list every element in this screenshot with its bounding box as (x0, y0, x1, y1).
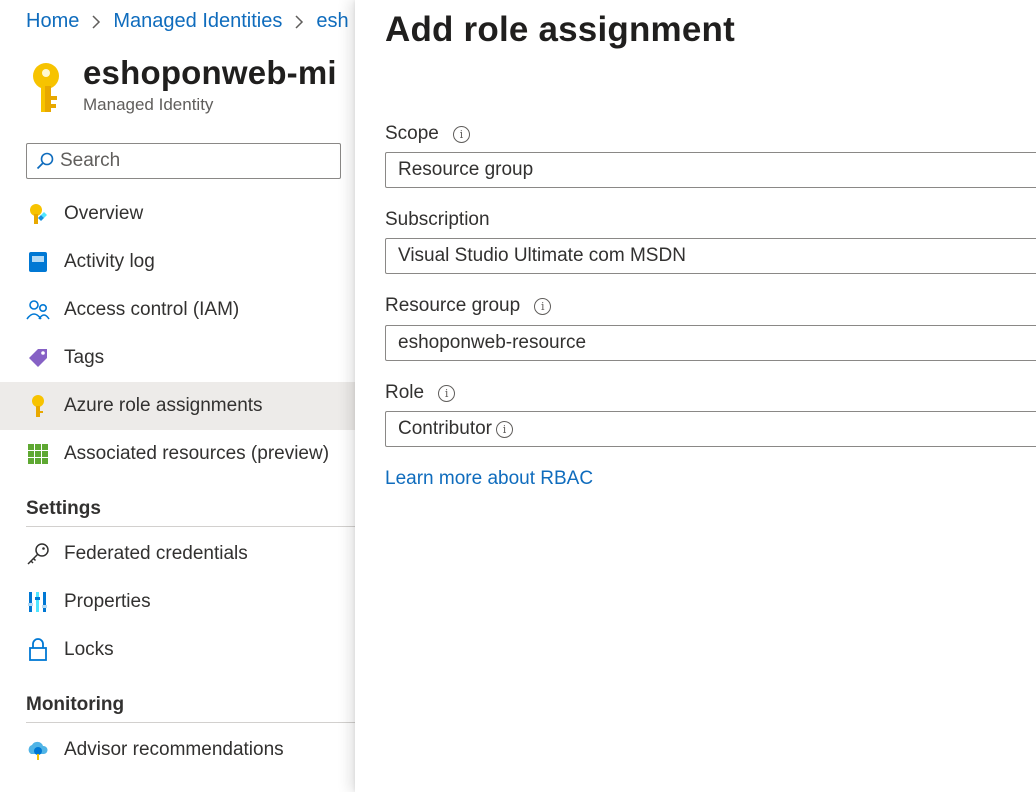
menu-item-label: Overview (64, 203, 144, 224)
breadcrumb-home[interactable]: Home (26, 10, 79, 33)
breadcrumb: Home Managed Identities esh (26, 10, 349, 33)
menu-item-label: Activity log (64, 251, 155, 272)
section-settings: Settings (26, 498, 101, 519)
scope-field[interactable]: Resource group (385, 152, 1036, 188)
resource-group-value: eshoponweb-resource (398, 332, 587, 353)
learn-more-rbac-link[interactable]: Learn more about RBAC (385, 468, 593, 490)
divider (26, 526, 355, 527)
role-field[interactable]: Contributor i (385, 411, 1036, 447)
info-icon[interactable]: i (438, 384, 456, 402)
menu-item-advisor-recommendations[interactable]: Advisor recommendations (0, 726, 355, 774)
resource-group-field[interactable]: eshoponweb-resource (385, 325, 1036, 361)
section-monitoring: Monitoring (26, 694, 125, 715)
managed-identity-key-icon (33, 63, 59, 112)
role-label-text: Role (385, 382, 425, 403)
lock-icon (26, 638, 50, 662)
resource-group-label-text: Resource group (385, 295, 521, 316)
menu-item-access-control[interactable]: Access control (IAM) (0, 286, 355, 334)
key-outline-icon (26, 542, 50, 566)
scope-label: Scope i (385, 123, 470, 145)
menu-item-azure-role-assignments[interactable]: Azure role assignments (0, 382, 355, 430)
tag-icon (26, 346, 50, 370)
menu-item-associated-resources[interactable]: Associated resources (preview) (0, 430, 355, 478)
activity-log-icon (26, 250, 50, 274)
key-icon (26, 394, 50, 418)
grid-icon (26, 442, 50, 466)
divider (26, 722, 355, 723)
scope-label-text: Scope (385, 123, 439, 144)
menu-item-federated-credentials[interactable]: Federated credentials (0, 530, 355, 578)
menu-item-label: Associated resources (preview) (64, 443, 330, 464)
chevron-right-icon (91, 14, 101, 30)
advisor-cloud-icon (26, 738, 50, 762)
overview-icon (26, 202, 50, 226)
menu-item-properties[interactable]: Properties (0, 578, 355, 626)
resource-group-label: Resource group i (385, 295, 552, 317)
scope-value: Resource group (398, 159, 534, 180)
chevron-right-icon (294, 14, 304, 30)
subscription-label-text: Subscription (385, 209, 490, 230)
people-icon (26, 298, 50, 322)
search-box[interactable] (26, 143, 341, 179)
subscription-value: Visual Studio Ultimate com MSDN (398, 245, 686, 266)
menu-item-overview[interactable]: Overview (0, 190, 355, 238)
resource-subtitle: Managed Identity (83, 95, 214, 114)
menu-item-label: Federated credentials (64, 543, 248, 564)
menu-item-tags[interactable]: Tags (0, 334, 355, 382)
menu-item-label: Advisor recommendations (64, 739, 284, 760)
menu-item-label: Locks (64, 639, 114, 660)
menu-item-activity-log[interactable]: Activity log (0, 238, 355, 286)
resource-header: eshoponweb-mi Managed Identity (26, 54, 337, 116)
info-icon[interactable]: i (452, 125, 470, 143)
resource-blade: Home Managed Identities esh eshoponweb-m… (0, 0, 355, 792)
resource-menu: Overview Activity log Access control (IA… (0, 190, 355, 774)
panel-title: Add role assignment (385, 10, 735, 49)
breadcrumb-current[interactable]: esh (316, 10, 348, 33)
info-icon[interactable]: i (534, 297, 552, 315)
search-input[interactable] (60, 150, 320, 172)
role-label: Role i (385, 382, 456, 404)
menu-item-label: Tags (64, 347, 105, 368)
info-icon[interactable]: i (496, 420, 513, 438)
role-value: Contributor (398, 418, 492, 439)
menu-item-label: Properties (64, 591, 151, 612)
menu-item-locks[interactable]: Locks (0, 626, 355, 674)
add-role-assignment-panel: Add role assignment Scope i Resource gro… (355, 0, 1036, 792)
resource-title: eshoponweb-mi (83, 54, 337, 91)
properties-icon (26, 590, 50, 614)
search-icon (36, 152, 54, 170)
subscription-label: Subscription (385, 209, 490, 231)
subscription-field[interactable]: Visual Studio Ultimate com MSDN (385, 238, 1036, 274)
breadcrumb-managed-identities[interactable]: Managed Identities (113, 10, 282, 33)
menu-item-label: Access control (IAM) (64, 299, 240, 320)
menu-item-label: Azure role assignments (64, 395, 263, 416)
